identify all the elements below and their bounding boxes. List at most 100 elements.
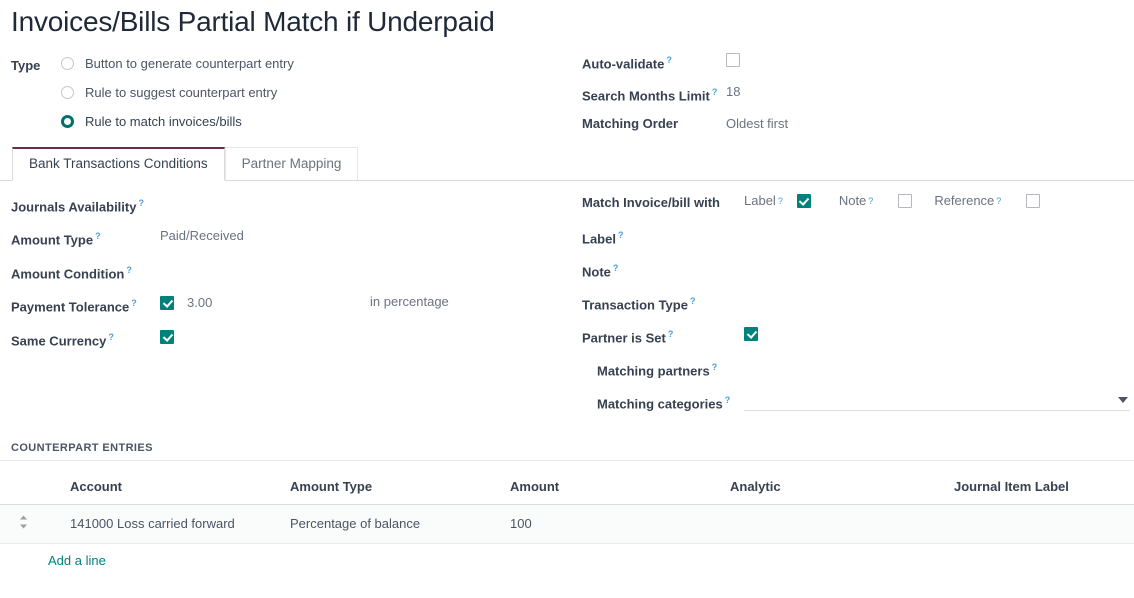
- match-option-note-text: Note: [839, 192, 866, 210]
- matching-order-label: Matching Order: [570, 113, 726, 134]
- journals-availability-label-text: Journals Availability: [11, 199, 136, 214]
- field-amount-condition: Amount Condition?: [0, 259, 570, 292]
- counterpart-entries-title: COUNTERPART ENTRIES: [0, 442, 1134, 460]
- tab-partner-mapping[interactable]: Partner Mapping: [225, 147, 359, 181]
- help-icon[interactable]: ?: [131, 298, 137, 308]
- help-icon[interactable]: ?: [690, 296, 696, 306]
- match-label-checkbox[interactable]: [797, 194, 811, 208]
- table-head: Account Amount Type Amount Analytic Jour…: [0, 461, 1134, 505]
- partner-is-set-checkbox[interactable]: [744, 327, 758, 341]
- help-icon[interactable]: ?: [712, 362, 718, 372]
- radio-option-rule-match[interactable]: Rule to match invoices/bills: [61, 107, 294, 136]
- matching-order-value[interactable]: Oldest first: [726, 113, 788, 134]
- help-icon[interactable]: ?: [95, 231, 101, 241]
- search-months-limit-label: Search Months Limit?: [570, 81, 726, 106]
- field-note: Note?: [570, 257, 1134, 290]
- help-icon[interactable]: ?: [138, 198, 144, 208]
- note-field-label: Note?: [570, 257, 744, 282]
- auto-validate-checkbox[interactable]: [726, 53, 740, 67]
- field-matching-categories: Matching categories?: [570, 389, 1134, 422]
- payment-tolerance-value[interactable]: 3.00: [174, 292, 212, 313]
- matching-partners-label-text: Matching partners: [597, 363, 710, 378]
- counterpart-entries-section: COUNTERPART ENTRIES Account Amount Type …: [0, 442, 1134, 568]
- cell-journal-item-label[interactable]: [948, 505, 1134, 544]
- cell-amount-type[interactable]: Percentage of balance: [284, 505, 504, 544]
- header-journal-item-label[interactable]: Journal Item Label: [948, 461, 1134, 505]
- radio-icon[interactable]: [61, 86, 74, 99]
- same-currency-checkbox[interactable]: [160, 330, 174, 344]
- radio-option-button-generate[interactable]: Button to generate counterpart entry: [61, 49, 294, 78]
- help-icon[interactable]: ?: [996, 196, 1001, 206]
- drag-handle-icon[interactable]: [18, 520, 29, 532]
- help-icon[interactable]: ?: [725, 395, 731, 405]
- same-currency-label: Same Currency?: [0, 326, 160, 351]
- matching-partners-label: Matching partners?: [570, 356, 744, 381]
- type-label: Type: [0, 49, 61, 136]
- match-option-reference-text: Reference: [934, 192, 994, 210]
- match-option-label: Label?: [744, 192, 811, 210]
- field-same-currency: Same Currency?: [0, 326, 570, 359]
- label-field-label-text: Label: [582, 231, 616, 246]
- same-currency-checkbox-wrap: [160, 326, 174, 344]
- help-icon[interactable]: ?: [668, 329, 674, 339]
- journals-availability-label: Journals Availability?: [0, 192, 160, 217]
- header-handle: [0, 461, 64, 505]
- help-icon[interactable]: ?: [778, 196, 783, 206]
- field-amount-type: Amount Type? Paid/Received: [0, 225, 570, 259]
- radio-option-label: Rule to suggest counterpart entry: [85, 84, 277, 102]
- auto-validate-label-text: Auto-validate: [582, 56, 664, 71]
- amount-type-value[interactable]: Paid/Received: [160, 225, 244, 246]
- radio-icon-selected[interactable]: [61, 115, 74, 128]
- help-icon[interactable]: ?: [666, 55, 672, 65]
- search-months-limit-label-text: Search Months Limit: [582, 88, 710, 103]
- match-option-note: Note?: [839, 192, 912, 210]
- field-search-months-limit: Search Months Limit? 18: [570, 81, 1134, 113]
- match-note-checkbox[interactable]: [898, 194, 912, 208]
- help-icon[interactable]: ?: [712, 87, 718, 97]
- help-icon[interactable]: ?: [126, 265, 132, 275]
- payment-tolerance-checkbox[interactable]: [160, 296, 174, 310]
- label-field-label: Label?: [570, 224, 744, 249]
- radio-option-label: Rule to match invoices/bills: [85, 113, 242, 131]
- auto-validate-label: Auto-validate?: [570, 49, 726, 74]
- conditions-left-column: Journals Availability? Amount Type? Paid…: [0, 192, 570, 359]
- header-amount-type[interactable]: Amount Type: [284, 461, 504, 505]
- row-drag-handle[interactable]: [0, 505, 64, 544]
- field-partner-is-set: Partner is Set?: [570, 323, 1134, 356]
- radio-option-rule-suggest[interactable]: Rule to suggest counterpart entry: [61, 78, 294, 107]
- header-right-group: Auto-validate? Search Months Limit? 18 M…: [570, 49, 1134, 145]
- header-account[interactable]: Account: [64, 461, 284, 505]
- header-analytic[interactable]: Analytic: [724, 461, 948, 505]
- chevron-down-icon[interactable]: [1118, 397, 1128, 403]
- search-months-limit-value[interactable]: 18: [726, 81, 740, 102]
- transaction-type-label-text: Transaction Type: [582, 297, 688, 312]
- field-label: Label?: [570, 224, 1134, 257]
- header-amount[interactable]: Amount: [504, 461, 724, 505]
- header-fields: Type Button to generate counterpart entr…: [0, 49, 1134, 141]
- cell-analytic[interactable]: [724, 505, 948, 544]
- payment-tolerance-label: Payment Tolerance?: [0, 292, 160, 317]
- field-matching-order: Matching Order Oldest first: [570, 113, 1134, 145]
- help-icon[interactable]: ?: [108, 332, 114, 342]
- tab-bank-transactions-conditions[interactable]: Bank Transactions Conditions: [12, 147, 225, 181]
- matching-categories-input[interactable]: [744, 390, 1130, 411]
- field-matching-partners: Matching partners?: [570, 356, 1134, 389]
- payment-tolerance-suffix: in percentage: [370, 292, 449, 312]
- cell-amount[interactable]: 100: [504, 505, 724, 544]
- partner-is-set-label: Partner is Set?: [570, 323, 744, 348]
- matching-categories-label-text: Matching categories: [597, 396, 723, 411]
- cell-account[interactable]: 141000 Loss carried forward: [64, 505, 284, 544]
- help-icon[interactable]: ?: [613, 263, 619, 273]
- radio-icon[interactable]: [61, 57, 74, 70]
- type-radio-list: Button to generate counterpart entry Rul…: [61, 49, 294, 136]
- amount-condition-label-text: Amount Condition: [11, 266, 124, 281]
- match-reference-checkbox[interactable]: [1026, 194, 1040, 208]
- help-icon[interactable]: ?: [868, 196, 873, 206]
- help-icon[interactable]: ?: [618, 230, 624, 240]
- transaction-type-label: Transaction Type?: [570, 290, 744, 315]
- add-a-line-button[interactable]: Add a line: [0, 544, 106, 568]
- match-option-label-text: Label: [744, 192, 776, 210]
- table-row[interactable]: 141000 Loss carried forward Percentage o…: [0, 505, 1134, 544]
- payment-tolerance-label-text: Payment Tolerance: [11, 299, 129, 314]
- match-invoice-bill-with-label: Match Invoice/bill with: [570, 192, 744, 213]
